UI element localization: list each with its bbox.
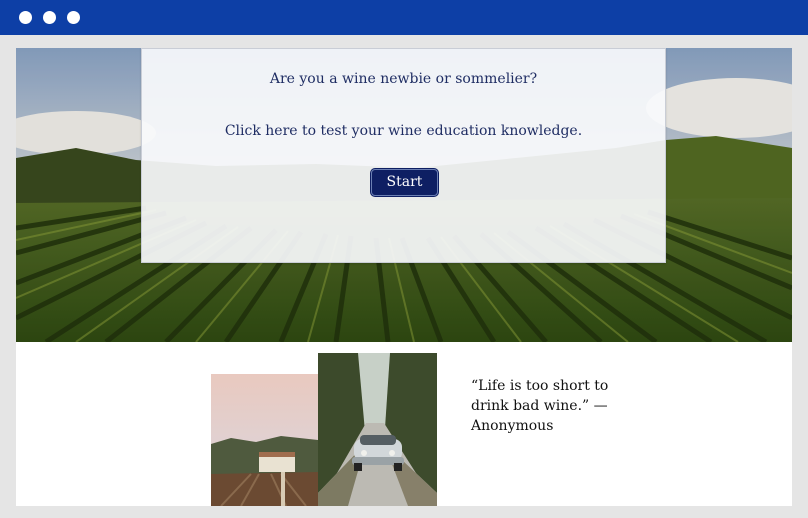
window-control-dot-icon[interactable]: [67, 11, 80, 24]
vintage-car-photo: [318, 353, 437, 506]
web-page: Are you a wine newbie or sommelier? Clic…: [16, 48, 792, 506]
quiz-intro-modal: Are you a wine newbie or sommelier? Clic…: [141, 48, 666, 263]
window-titlebar: [0, 0, 808, 35]
browser-window: Are you a wine newbie or sommelier? Clic…: [0, 0, 808, 518]
estate-vineyard-photo: [211, 374, 318, 506]
window-control-dot-icon[interactable]: [19, 11, 32, 24]
hero-vineyard-banner: Are you a wine newbie or sommelier? Clic…: [16, 48, 792, 342]
window-control-dot-icon[interactable]: [43, 11, 56, 24]
quiz-prompt-link[interactable]: Click here to test your wine education k…: [142, 123, 665, 139]
photo-gallery: [211, 353, 437, 506]
wine-quote: “Life is too short to drink bad wine.” —…: [471, 378, 609, 434]
quiz-question-text: Are you a wine newbie or sommelier?: [269, 71, 538, 87]
start-button[interactable]: Start: [371, 169, 438, 196]
